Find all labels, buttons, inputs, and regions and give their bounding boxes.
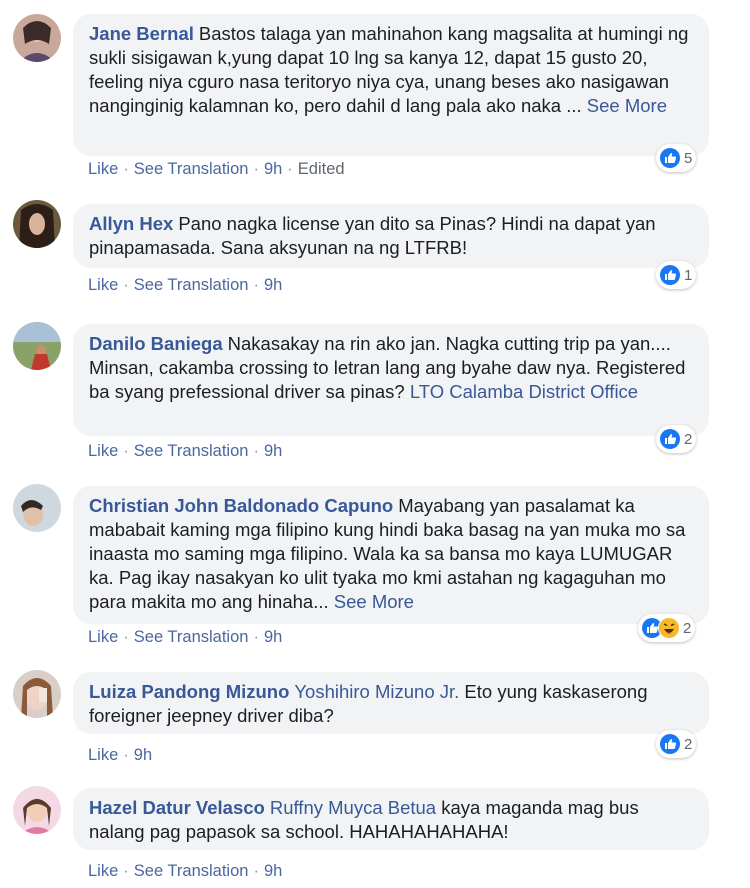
- comment-timestamp[interactable]: 9h: [264, 862, 282, 880]
- thumbs-up-icon: [659, 147, 681, 169]
- avatar[interactable]: [13, 484, 61, 532]
- avatar[interactable]: [13, 322, 61, 370]
- reaction-count: 2: [684, 735, 693, 753]
- like-button[interactable]: Like: [88, 276, 118, 294]
- reaction-count: 2: [683, 619, 692, 637]
- comment-author[interactable]: Danilo Baniega: [89, 333, 223, 354]
- thumbs-up-icon: [659, 264, 681, 286]
- mention-link[interactable]: LTO Calamba District Office: [410, 381, 638, 402]
- avatar[interactable]: [13, 786, 61, 834]
- like-button[interactable]: Like: [88, 442, 118, 460]
- comment-timestamp[interactable]: 9h: [264, 276, 282, 294]
- comment-author[interactable]: Luiza Pandong Mizuno: [89, 681, 289, 702]
- see-translation-link[interactable]: See Translation: [134, 442, 249, 460]
- see-translation-link[interactable]: See Translation: [134, 862, 249, 880]
- edited-label: Edited: [297, 160, 345, 178]
- see-translation-link[interactable]: See Translation: [134, 628, 249, 646]
- comment-author[interactable]: Jane Bernal: [89, 23, 194, 44]
- comment-timestamp[interactable]: 9h: [134, 746, 152, 764]
- avatar[interactable]: [13, 14, 61, 62]
- comment-text: Pano nagka license yan dito sa Pinas? Hi…: [89, 213, 656, 258]
- comment-author[interactable]: Christian John Baldonado Capuno: [89, 495, 393, 516]
- comment-bubble: Danilo Baniega Nakasakay na rin ako jan. …: [73, 324, 709, 436]
- comment-author[interactable]: Allyn Hex: [89, 213, 173, 234]
- thumbs-up-icon: [659, 428, 681, 450]
- mention-link[interactable]: Ruffny Muyca Betua: [270, 797, 436, 818]
- like-button[interactable]: Like: [88, 746, 118, 764]
- avatar[interactable]: [13, 670, 61, 718]
- comment-actions: Like · 9h: [88, 746, 153, 764]
- reaction-count: 5: [684, 149, 693, 167]
- comment-timestamp[interactable]: 9h: [264, 160, 282, 178]
- see-more-link[interactable]: See More: [334, 591, 414, 612]
- comment-bubble: Jane Bernal Bastos talaga yan mahinahon k…: [73, 14, 709, 156]
- reaction-summary[interactable]: 5: [656, 144, 697, 172]
- comment-actions: Like · See Translation · 9h: [88, 862, 283, 880]
- avatar[interactable]: [13, 200, 61, 248]
- haha-emoji-icon: [658, 617, 680, 639]
- comment-bubble: Allyn Hex Pano nagka license yan dito sa …: [73, 204, 709, 268]
- comment-actions: Like · See Translation · 9h: [88, 276, 283, 294]
- thumbs-up-icon: [659, 733, 681, 755]
- like-button[interactable]: Like: [88, 628, 118, 646]
- reaction-count: 1: [684, 266, 693, 284]
- reaction-count: 2: [684, 430, 693, 448]
- like-button[interactable]: Like: [88, 862, 118, 880]
- like-button[interactable]: Like: [88, 160, 118, 178]
- see-more-link[interactable]: See More: [587, 95, 667, 116]
- reaction-summary[interactable]: 2: [656, 730, 697, 758]
- see-translation-link[interactable]: See Translation: [134, 276, 249, 294]
- comment-timestamp[interactable]: 9h: [264, 442, 282, 460]
- comment-actions: Like · See Translation · 9h: [88, 442, 283, 460]
- reaction-summary[interactable]: 2: [638, 614, 696, 642]
- comment-bubble: Hazel Datur Velasco Ruffny Muyca Betua ka…: [73, 788, 709, 850]
- reaction-summary[interactable]: 1: [656, 261, 697, 289]
- see-translation-link[interactable]: See Translation: [134, 160, 249, 178]
- comment-author[interactable]: Hazel Datur Velasco: [89, 797, 265, 818]
- comment-actions: Like · See Translation · 9h: [88, 628, 283, 646]
- comment-bubble: Luiza Pandong Mizuno Yoshihiro Mizuno Jr.…: [73, 672, 709, 734]
- comment-timestamp[interactable]: 9h: [264, 628, 282, 646]
- mention-link[interactable]: Yoshihiro Mizuno Jr.: [294, 681, 459, 702]
- comment-actions: Like · See Translation · 9h · Edited: [88, 160, 345, 178]
- comment-bubble: Christian John Baldonado Capuno Mayabang …: [73, 486, 709, 624]
- reaction-summary[interactable]: 2: [656, 425, 697, 453]
